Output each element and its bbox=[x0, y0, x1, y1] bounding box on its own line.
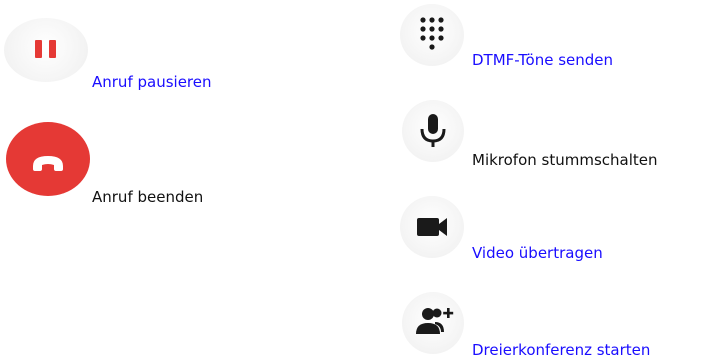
microphone-icon bbox=[420, 114, 446, 147]
mute-label: Mikrofon stummschalten bbox=[472, 151, 658, 169]
conference-button[interactable] bbox=[402, 292, 464, 354]
conference-link[interactable]: Dreierkonferenz starten bbox=[472, 341, 650, 359]
dtmf-button[interactable] bbox=[400, 4, 464, 66]
dialpad-icon bbox=[420, 17, 444, 50]
hangup-call-label: Anruf beenden bbox=[92, 188, 204, 206]
pause-button[interactable] bbox=[4, 18, 88, 82]
video-button[interactable] bbox=[400, 196, 464, 258]
mute-button[interactable] bbox=[402, 100, 464, 162]
pause-icon bbox=[35, 40, 56, 58]
hangup-button[interactable] bbox=[6, 122, 90, 196]
add-person-icon bbox=[416, 308, 454, 334]
phone-hangup-icon bbox=[33, 156, 63, 171]
video-camera-icon bbox=[417, 218, 447, 236]
video-link[interactable]: Video übertragen bbox=[472, 244, 603, 262]
dtmf-link[interactable]: DTMF-Töne senden bbox=[472, 51, 613, 69]
pause-call-link[interactable]: Anruf pausieren bbox=[92, 73, 212, 91]
